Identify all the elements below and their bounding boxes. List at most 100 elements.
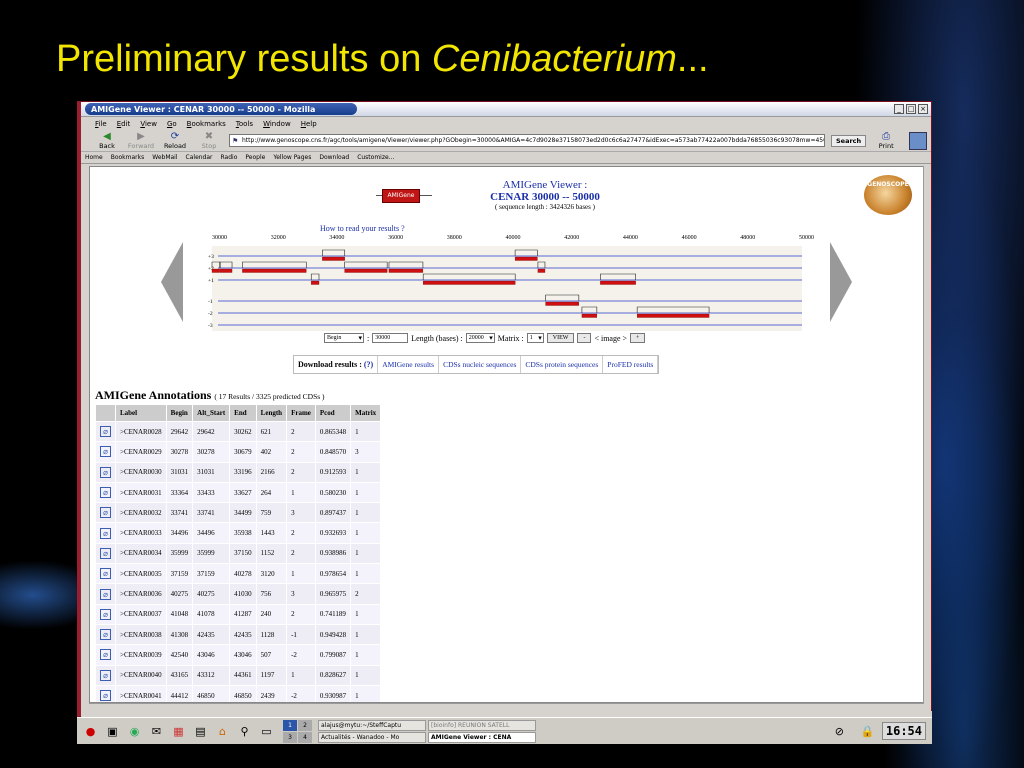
workspace-2[interactable]: 2: [298, 719, 312, 731]
home-icon[interactable]: ⌂: [214, 723, 231, 740]
minimize-icon[interactable]: _: [894, 104, 904, 114]
menu-tools[interactable]: Tools: [236, 120, 253, 128]
column-header[interactable]: Pcod: [314, 404, 352, 422]
row-detail-icon[interactable]: ⌀: [100, 629, 111, 641]
workspace-1[interactable]: 1: [283, 719, 297, 731]
next-region-arrow-icon[interactable]: [830, 242, 852, 322]
workspace-4[interactable]: 4: [298, 731, 312, 743]
lock-icon[interactable]: 🔒: [859, 723, 876, 740]
bookmark-radio[interactable]: Radio: [221, 154, 238, 161]
row-detail-icon[interactable]: ⌀: [100, 426, 111, 438]
cds-label-link[interactable]: >CENAR0031: [115, 481, 167, 504]
column-header[interactable]: Matrix: [350, 404, 382, 422]
cds-label-link[interactable]: >CENAR0029: [115, 441, 167, 463]
cds-label-link[interactable]: >CENAR0037: [115, 603, 167, 625]
terminal-icon[interactable]: ▣: [104, 723, 121, 740]
stop-button[interactable]: ✖ Stop: [195, 131, 223, 150]
cds-label-link[interactable]: >CENAR0028: [115, 420, 167, 443]
search-icon[interactable]: ⚲: [236, 723, 253, 740]
row-detail-icon[interactable]: ⌀: [100, 466, 111, 478]
network-status-icon[interactable]: ⊘: [831, 723, 848, 740]
maximize-icon[interactable]: □: [906, 104, 916, 114]
length-select[interactable]: 20000: [465, 333, 495, 343]
back-button[interactable]: ◀ Back: [93, 131, 121, 150]
row-detail-icon[interactable]: ⌀: [100, 568, 111, 580]
window-titlebar[interactable]: AMIGene Viewer : CENAR 30000 -- 50000 - …: [81, 102, 931, 117]
profed-results-link[interactable]: ProFED results: [603, 356, 659, 373]
row-detail-icon[interactable]: ⌀: [100, 690, 111, 701]
bookmark-people[interactable]: People: [245, 154, 265, 161]
cds-label-link[interactable]: >CENAR0038: [115, 623, 167, 646]
row-detail-icon[interactable]: ⌀: [100, 588, 111, 600]
how-to-read-link[interactable]: How to read your results ?: [320, 224, 405, 233]
bookmark-yellow-pages[interactable]: Yellow Pages: [273, 154, 311, 161]
cds-feature[interactable]: [545, 301, 579, 306]
row-detail-icon[interactable]: ⌀: [100, 649, 111, 661]
cds-nucleic-link[interactable]: CDSs nucleic sequences: [439, 356, 522, 373]
browser-icon[interactable]: ◉: [126, 723, 143, 740]
column-header[interactable]: Alt_Start: [192, 404, 231, 422]
cds-feature[interactable]: [311, 280, 320, 285]
cds-label-link[interactable]: >CENAR0039: [115, 644, 167, 666]
cds-feature[interactable]: [344, 268, 388, 273]
previous-region-arrow-icon[interactable]: [161, 242, 183, 322]
cds-feature[interactable]: [423, 280, 516, 285]
column-header[interactable]: Length: [255, 404, 288, 422]
column-header[interactable]: Label: [115, 404, 167, 422]
search-button[interactable]: Search: [831, 134, 867, 147]
row-detail-icon[interactable]: ⌀: [100, 608, 111, 620]
mail-icon[interactable]: ✉: [148, 723, 165, 740]
workspace-3[interactable]: 3: [283, 731, 297, 743]
horizontal-scrollbar[interactable]: [89, 703, 924, 711]
disk-icon[interactable]: ▭: [258, 723, 275, 740]
cds-feature[interactable]: [581, 313, 598, 318]
menu-view[interactable]: View: [140, 120, 157, 128]
menu-edit[interactable]: Edit: [117, 120, 131, 128]
row-detail-icon[interactable]: ⌀: [100, 527, 111, 539]
column-header[interactable]: Begin: [165, 404, 194, 422]
cds-label-link[interactable]: >CENAR0030: [115, 461, 167, 483]
office-icon[interactable]: ▦: [170, 723, 187, 740]
task-wanadoo[interactable]: Actualités - Wanadoo - Mo: [318, 731, 426, 743]
row-detail-icon[interactable]: ⌀: [100, 487, 111, 499]
bookmark-webmail[interactable]: WebMail: [152, 154, 177, 161]
cds-label-link[interactable]: >CENAR0040: [115, 664, 167, 686]
cds-label-link[interactable]: >CENAR0032: [115, 502, 167, 524]
close-icon[interactable]: ×: [918, 104, 928, 114]
cds-feature[interactable]: [600, 280, 636, 285]
redhat-menu-icon[interactable]: ●: [82, 723, 99, 740]
view-button[interactable]: VIEW: [546, 333, 575, 343]
cds-label-link[interactable]: >CENAR0033: [115, 522, 167, 544]
clock[interactable]: 16:54: [881, 722, 926, 740]
column-header[interactable]: End: [229, 404, 257, 422]
row-detail-icon[interactable]: ⌀: [100, 507, 111, 519]
vertical-scrollbar[interactable]: [923, 166, 931, 703]
menu-go[interactable]: Go: [167, 120, 177, 128]
cds-feature[interactable]: [220, 268, 233, 273]
begin-input[interactable]: 30000: [372, 333, 409, 343]
forward-button[interactable]: ▶ Forward: [127, 131, 155, 150]
cds-feature[interactable]: [211, 268, 220, 273]
bookmark-calendar[interactable]: Calendar: [186, 154, 213, 161]
cds-label-link[interactable]: >CENAR0034: [115, 542, 167, 565]
row-detail-icon[interactable]: ⌀: [100, 669, 111, 681]
genoscope-logo[interactable]: GENOSCOPE: [864, 175, 912, 215]
cds-feature[interactable]: [388, 268, 424, 273]
cds-feature[interactable]: [637, 313, 710, 318]
task-terminal[interactable]: alajus@mytu:~/SteffCaptu: [318, 719, 426, 731]
bookmark-customize[interactable]: Customize...: [357, 154, 394, 161]
download-help-link[interactable]: (?): [364, 360, 373, 369]
row-detail-icon[interactable]: ⌀: [100, 547, 111, 559]
cds-label-link[interactable]: >CENAR0036: [115, 583, 167, 605]
cds-feature[interactable]: [537, 268, 546, 273]
menu-bookmarks[interactable]: Bookmarks: [187, 120, 226, 128]
cds-feature[interactable]: [322, 256, 345, 261]
zoom-out-button[interactable]: -: [577, 333, 592, 343]
frame-tracks-view[interactable]: +3+2+1-1-2-3: [208, 246, 803, 331]
begin-select[interactable]: Begin: [324, 333, 364, 343]
menu-file[interactable]: File: [95, 120, 107, 128]
bookmark-bookmarks[interactable]: Bookmarks: [111, 154, 145, 161]
menu-help[interactable]: Help: [301, 120, 317, 128]
matrix-select[interactable]: 1: [526, 333, 544, 343]
url-input[interactable]: http://www.genoscope.cns.fr/agc/tools/am…: [229, 134, 825, 147]
